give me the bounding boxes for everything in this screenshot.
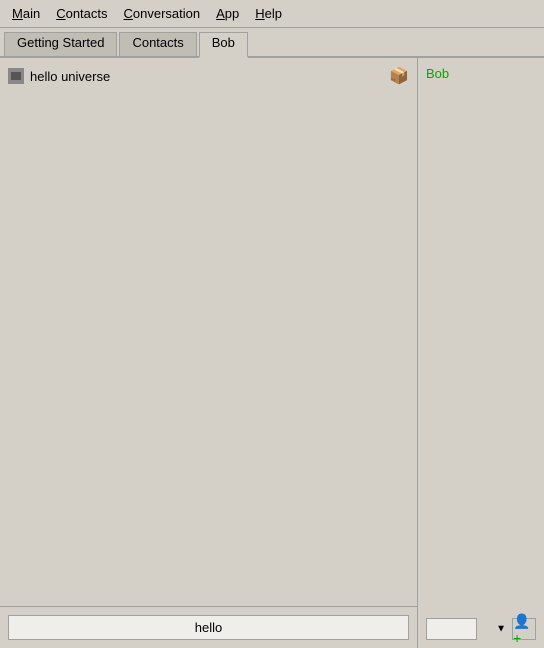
main-content: hello universe 📦 Bob Available Away Busy…: [0, 58, 544, 648]
chat-panel: hello universe 📦: [0, 58, 418, 648]
menu-item-app[interactable]: App: [208, 4, 247, 23]
user-panel-bottom: Available Away Busy ▼ 👤+: [426, 618, 536, 640]
status-dropdown[interactable]: Available Away Busy: [426, 618, 477, 640]
menu-item-main[interactable]: Main: [4, 4, 48, 23]
status-dropdown-wrapper: Available Away Busy ▼: [426, 618, 508, 640]
tab-getting-started[interactable]: Getting Started: [4, 32, 117, 56]
tab-bob[interactable]: Bob: [199, 32, 248, 58]
menu-item-contacts[interactable]: Contacts: [48, 4, 115, 23]
table-row: hello universe 📦: [8, 66, 409, 86]
spacer: [426, 89, 536, 618]
message-status-icon: [8, 68, 24, 84]
message-icon-inner: [11, 72, 21, 80]
messages-area: hello universe 📦: [0, 58, 417, 606]
menu-item-conversation[interactable]: Conversation: [116, 4, 209, 23]
add-contact-button[interactable]: 👤+: [512, 618, 536, 640]
tabbar: Getting Started Contacts Bob: [0, 28, 544, 58]
user-name: Bob: [426, 66, 536, 81]
chevron-down-icon: ▼: [496, 624, 506, 635]
export-icon[interactable]: 📦: [389, 66, 409, 86]
tab-contacts[interactable]: Contacts: [119, 32, 196, 56]
add-person-icon: 👤+: [513, 613, 535, 646]
user-panel: Bob Available Away Busy ▼ 👤+: [418, 58, 544, 648]
input-area: [0, 606, 417, 648]
menu-item-help[interactable]: Help: [247, 4, 290, 23]
message-input[interactable]: [8, 615, 409, 640]
menubar: Main Contacts Conversation App Help: [0, 0, 544, 28]
message-text: hello universe: [30, 69, 110, 84]
